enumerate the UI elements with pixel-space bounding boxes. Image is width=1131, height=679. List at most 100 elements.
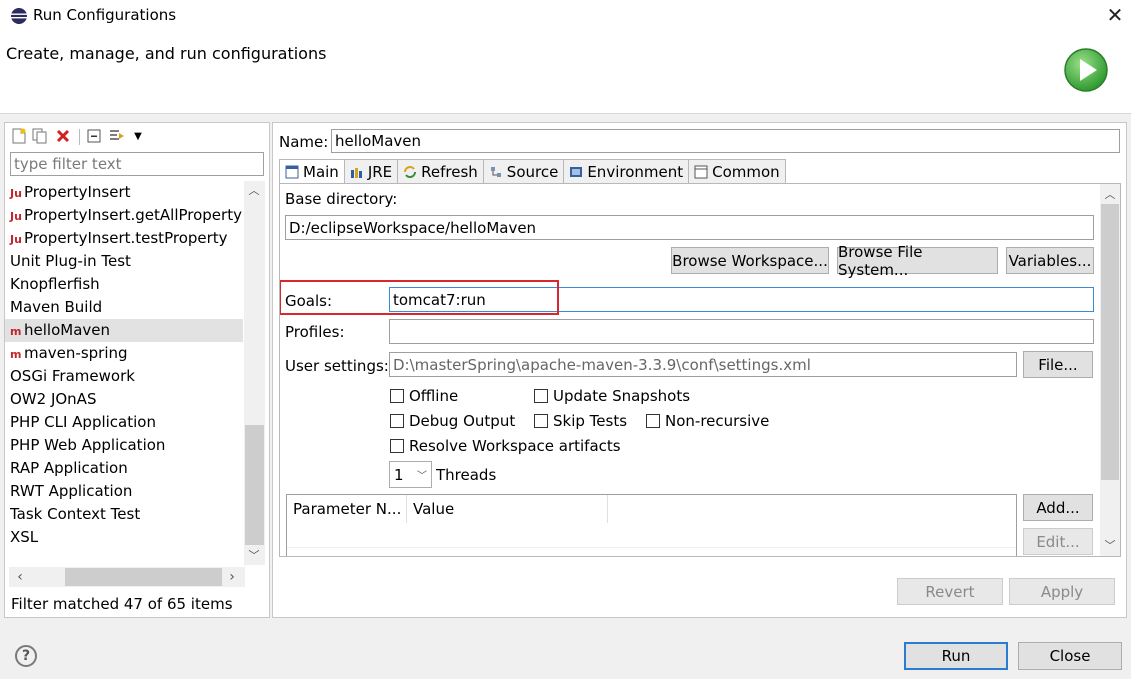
- threads-select[interactable]: 1 ﹀: [389, 461, 432, 488]
- jre-icon: [350, 165, 364, 179]
- banner-description: Create, manage, and run configurations: [6, 44, 327, 63]
- scroll-down-icon[interactable]: ﹀: [245, 546, 263, 564]
- tree-hscroll-thumb[interactable]: [65, 568, 222, 586]
- delete-icon[interactable]: [54, 127, 72, 145]
- tree-item[interactable]: Ju PropertyInsert: [5, 181, 243, 204]
- tree-item[interactable]: Maven Build: [5, 296, 243, 319]
- resolve-workspace-checkbox[interactable]: Resolve Workspace artifacts: [390, 437, 621, 455]
- close-button[interactable]: Close: [1018, 642, 1122, 670]
- main-tab-icon: [285, 165, 299, 179]
- browse-file-system-button[interactable]: Browse File System...: [837, 243, 998, 279]
- tab-main[interactable]: Main: [279, 159, 345, 183]
- checkbox-label: Skip Tests: [553, 412, 628, 430]
- junit-icon: Ju: [10, 233, 22, 246]
- form-scroll-thumb[interactable]: [1101, 204, 1119, 480]
- tab-common[interactable]: Common: [689, 159, 786, 183]
- chevron-down-icon[interactable]: ▼: [129, 127, 147, 145]
- tab-label: Main: [303, 162, 339, 181]
- tree-item-label: maven-spring: [24, 344, 128, 362]
- tree-item[interactable]: PHP Web Application: [5, 434, 243, 457]
- offline-checkbox[interactable]: Offline: [390, 387, 458, 405]
- filter-input[interactable]: [10, 152, 264, 176]
- table-row-divider: [287, 547, 1016, 548]
- environment-icon: [569, 165, 583, 179]
- junit-icon: Ju: [10, 210, 22, 223]
- column-header-value[interactable]: Value: [407, 495, 608, 523]
- tab-refresh[interactable]: Refresh: [398, 159, 484, 183]
- scroll-up-icon[interactable]: ︿: [1101, 185, 1119, 203]
- eclipse-icon: [11, 8, 27, 24]
- duplicate-icon[interactable]: [31, 127, 49, 145]
- tree-item[interactable]: Knopflerfish: [5, 273, 243, 296]
- threads-value: 1: [394, 465, 404, 484]
- tree-item[interactable]: Unit Plug-in Test: [5, 250, 243, 273]
- tree-scroll-thumb[interactable]: [245, 425, 264, 545]
- tree-item[interactable]: Ju PropertyInsert.testProperty: [5, 227, 243, 250]
- base-directory-input[interactable]: [285, 215, 1094, 240]
- scroll-right-icon[interactable]: ›: [223, 568, 241, 586]
- tree-item-label: PropertyInsert: [24, 183, 131, 201]
- collapse-all-icon[interactable]: [85, 127, 103, 145]
- goals-highlight-box: [280, 280, 559, 315]
- profiles-input[interactable]: [389, 319, 1094, 344]
- junit-icon: Ju: [10, 187, 22, 200]
- checkbox-box: [390, 389, 404, 403]
- tree-item[interactable]: RAP Application: [5, 457, 243, 480]
- toolbar-separator: [79, 129, 80, 145]
- new-config-icon[interactable]: [10, 127, 28, 145]
- tab-environment[interactable]: Environment: [564, 159, 690, 183]
- user-settings-label: User settings:: [285, 357, 389, 375]
- maven-icon: m: [10, 325, 22, 338]
- tree-item-label: OW2 JOnAS: [10, 390, 97, 408]
- scroll-down-icon[interactable]: ﹀: [1101, 536, 1119, 554]
- scroll-up-icon[interactable]: ︿: [245, 181, 263, 199]
- edit-button[interactable]: Edit...: [1023, 528, 1093, 555]
- tree-item[interactable]: XSL: [5, 526, 243, 549]
- checkbox-box: [390, 439, 404, 453]
- browse-workspace-button[interactable]: Browse Workspace...: [671, 247, 829, 274]
- tree-item-label: PropertyInsert.getAllProperty: [24, 206, 242, 224]
- file-button[interactable]: File...: [1023, 351, 1093, 378]
- tree-item[interactable]: Ju PropertyInsert.getAllProperty: [5, 204, 243, 227]
- skip-tests-checkbox[interactable]: Skip Tests: [534, 412, 627, 430]
- checkbox-box: [534, 389, 548, 403]
- run-button[interactable]: Run: [904, 642, 1008, 670]
- tree-item[interactable]: OW2 JOnAS: [5, 388, 243, 411]
- apply-button[interactable]: Apply: [1009, 578, 1115, 605]
- tree-item[interactable]: m maven-spring: [5, 342, 243, 365]
- title-bar: Run Configurations ✕: [0, 0, 1131, 32]
- checkbox-label: Offline: [409, 387, 459, 405]
- help-icon[interactable]: ?: [15, 645, 37, 667]
- checkbox-label: Update Snapshots: [553, 387, 691, 405]
- non-recursive-checkbox[interactable]: Non-recursive: [646, 412, 769, 430]
- tree-item-label: OSGi Framework: [10, 367, 135, 385]
- tree-item[interactable]: RWT Application: [5, 480, 243, 503]
- tab-label: Environment: [587, 162, 684, 181]
- checkbox-box: [534, 414, 548, 428]
- tab-source[interactable]: Source: [483, 159, 565, 183]
- tab-jre[interactable]: JRE: [344, 159, 399, 183]
- filter-icon[interactable]: [108, 127, 126, 145]
- tree-item[interactable]: Task Context Test: [5, 503, 243, 526]
- update-snapshots-checkbox[interactable]: Update Snapshots: [534, 387, 690, 405]
- tree-item[interactable]: m helloMaven: [5, 319, 243, 342]
- checkbox-label: Resolve Workspace artifacts: [409, 437, 621, 455]
- configuration-editor-panel: Name: Main JRE Refresh Source Environmen…: [272, 122, 1127, 618]
- maven-icon: m: [10, 348, 22, 361]
- scroll-left-icon[interactable]: ‹: [11, 568, 29, 586]
- parameter-table[interactable]: Parameter N... Value: [286, 494, 1017, 556]
- refresh-icon: [403, 165, 417, 179]
- tab-bar: Main JRE Refresh Source Environment Comm…: [279, 159, 786, 183]
- tree-item[interactable]: OSGi Framework: [5, 365, 243, 388]
- user-settings-input[interactable]: [389, 352, 1017, 377]
- revert-button[interactable]: Revert: [897, 578, 1003, 605]
- run-icon: [1064, 48, 1108, 92]
- add-button[interactable]: Add...: [1023, 494, 1093, 521]
- tree-item-label: PHP Web Application: [10, 436, 166, 454]
- close-icon[interactable]: ✕: [1103, 3, 1127, 27]
- name-input[interactable]: [331, 129, 1120, 153]
- variables-button[interactable]: Variables...: [1006, 247, 1094, 274]
- tree-item[interactable]: PHP CLI Application: [5, 411, 243, 434]
- debug-output-checkbox[interactable]: Debug Output: [390, 412, 515, 430]
- column-header-parameter[interactable]: Parameter N...: [287, 495, 407, 523]
